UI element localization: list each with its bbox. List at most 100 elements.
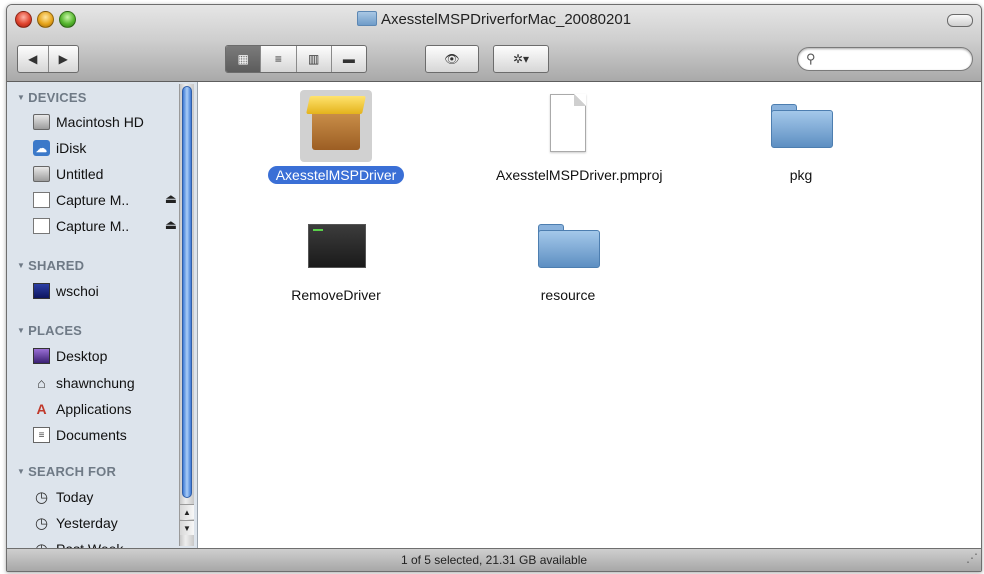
sidebar-item-home[interactable]: ⌂ shawnchung	[33, 372, 135, 394]
disclosure-triangle-icon: ▼	[17, 261, 26, 270]
sidebar-section-label: SHARED	[28, 258, 85, 273]
forward-arrow-icon: ▶	[58, 52, 68, 66]
eject-icon[interactable]: ⏏	[165, 217, 177, 233]
window-title: AxesstelMSPDriverforMac_20080201	[7, 10, 981, 30]
disclosure-triangle-icon: ▼	[17, 467, 26, 476]
sidebar-section-devices[interactable]: ▼ DEVICES	[17, 90, 87, 105]
status-bar: 1 of 5 selected, 21.31 GB available ⋰	[7, 548, 981, 571]
sidebar: ▼ DEVICES Macintosh HD ☁ iDisk Untitled C…	[7, 82, 198, 549]
sidebar-item-label: Macintosh HD	[56, 114, 144, 130]
file-name: AxesstelMSPDriver	[267, 166, 405, 184]
disk-image-icon	[33, 218, 50, 234]
sidebar-item-label: Untitled	[56, 166, 104, 182]
list-view-button[interactable]: ≡	[261, 46, 297, 72]
folder-icon	[765, 90, 837, 162]
quick-look-control: 👁	[425, 45, 479, 73]
terminal-window-shape	[308, 224, 366, 268]
back-button[interactable]: ◀	[18, 46, 49, 72]
sidebar-item-applications[interactable]: A Applications	[33, 398, 132, 420]
file-name: pkg	[789, 167, 813, 183]
back-forward-control: ◀ ▶	[17, 45, 79, 73]
sidebar-section-label: SEARCH FOR	[28, 464, 117, 479]
file-item-removedriver[interactable]: RemoveDriver	[261, 210, 411, 305]
folder-body-shape	[771, 110, 833, 148]
document-page-shape	[550, 94, 586, 152]
forward-button[interactable]: ▶	[49, 46, 79, 72]
sidebar-section-shared[interactable]: ▼ SHARED	[17, 258, 84, 273]
file-item-pmproj[interactable]: AxesstelMSPDriver.pmproj	[488, 90, 663, 185]
idisk-icon: ☁	[33, 140, 50, 156]
sidebar-section-search-for[interactable]: ▼ SEARCH FOR	[17, 464, 116, 479]
quick-look-button[interactable]: 👁	[426, 46, 478, 72]
scroll-down-arrow-icon[interactable]: ▼	[180, 520, 194, 535]
sidebar-item-label: Capture M..	[56, 218, 130, 234]
toolbar: AxesstelMSPDriverforMac_20080201 ◀ ▶ ▦ ≡…	[7, 5, 981, 82]
network-computer-icon	[33, 283, 50, 299]
sidebar-item-yesterday[interactable]: ◷ Yesterday	[33, 512, 118, 534]
folder-icon	[356, 11, 377, 26]
clock-icon: ◷	[34, 489, 49, 506]
search-field[interactable]: ⚲	[797, 47, 973, 71]
document-icon	[532, 90, 604, 162]
sidebar-item-label: wschoi	[56, 283, 99, 299]
clock-icon: ◷	[34, 515, 49, 532]
sidebar-item-label: Applications	[56, 401, 132, 417]
finder-window: AxesstelMSPDriverforMac_20080201 ◀ ▶ ▦ ≡…	[6, 4, 982, 572]
disk-image-icon	[33, 192, 50, 208]
icon-view-button[interactable]: ▦	[226, 46, 262, 72]
toolbar-toggle-button[interactable]	[947, 14, 973, 27]
column-view-button[interactable]: ▥	[297, 46, 332, 72]
window-title-text: AxesstelMSPDriverforMac_20080201	[380, 11, 632, 28]
sidebar-scrollbar[interactable]: ▲ ▼	[179, 84, 194, 546]
view-mode-control: ▦ ≡ ▥ ▬	[225, 45, 367, 73]
list-view-icon: ≡	[274, 52, 282, 66]
column-view-icon: ▥	[307, 52, 320, 66]
disclosure-triangle-icon: ▼	[17, 326, 26, 335]
documents-icon: ≡	[33, 427, 50, 443]
sidebar-item-macintosh-hd[interactable]: Macintosh HD	[33, 111, 144, 133]
sidebar-item-label: Yesterday	[56, 515, 118, 531]
sidebar-item-desktop[interactable]: Desktop	[33, 345, 107, 367]
sidebar-item-wschoi[interactable]: wschoi	[33, 280, 99, 302]
folder-icon	[532, 210, 604, 282]
resize-grip-icon[interactable]: ⋰	[966, 547, 978, 569]
status-text: 1 of 5 selected, 21.31 GB available	[400, 553, 588, 567]
hard-drive-icon	[33, 166, 50, 182]
file-item-axesstelmspdriver[interactable]: AxesstelMSPDriver	[261, 90, 411, 185]
package-icon	[300, 90, 372, 162]
search-icon: ⚲	[806, 51, 816, 66]
file-name: AxesstelMSPDriver.pmproj	[496, 167, 663, 183]
eject-icon[interactable]: ⏏	[165, 191, 177, 207]
eye-icon: 👁	[444, 52, 460, 66]
action-menu-control: ✲▾	[493, 45, 549, 73]
package-lid-shape	[306, 96, 366, 114]
file-item-pkg[interactable]: pkg	[726, 90, 876, 185]
scrollbar-thumb[interactable]	[182, 86, 192, 498]
sidebar-item-label: Today	[56, 489, 94, 505]
cover-flow-button[interactable]: ▬	[332, 46, 366, 72]
scroll-up-arrow-icon[interactable]: ▲	[180, 504, 194, 519]
file-item-resource[interactable]: resource	[493, 210, 643, 305]
sidebar-item-today[interactable]: ◷ Today	[33, 486, 93, 508]
icon-view-icon: ▦	[237, 52, 249, 66]
sidebar-item-label: Documents	[56, 427, 127, 443]
folder-body-shape	[538, 230, 600, 268]
sidebar-item-label: shawnchung	[56, 375, 135, 391]
sidebar-item-capture-2[interactable]: Capture M..	[33, 215, 183, 237]
sidebar-item-idisk[interactable]: ☁ iDisk	[33, 137, 86, 159]
search-input[interactable]	[822, 50, 966, 68]
applications-icon: A	[36, 401, 47, 417]
disclosure-triangle-icon: ▼	[17, 93, 26, 102]
sidebar-item-untitled[interactable]: Untitled	[33, 163, 103, 185]
sidebar-section-places[interactable]: ▼ PLACES	[17, 323, 82, 338]
file-name: RemoveDriver	[291, 287, 381, 303]
home-icon: ⌂	[37, 375, 46, 391]
desktop-icon	[33, 348, 50, 364]
action-menu-button[interactable]: ✲▾	[494, 46, 548, 72]
sidebar-section-label: DEVICES	[28, 90, 87, 105]
sidebar-item-capture-1[interactable]: Capture M..	[33, 189, 183, 211]
sidebar-item-label: Capture M..	[56, 192, 130, 208]
sidebar-item-documents[interactable]: ≡ Documents	[33, 424, 127, 446]
back-arrow-icon: ◀	[28, 52, 38, 66]
gear-icon: ✲▾	[512, 52, 530, 66]
